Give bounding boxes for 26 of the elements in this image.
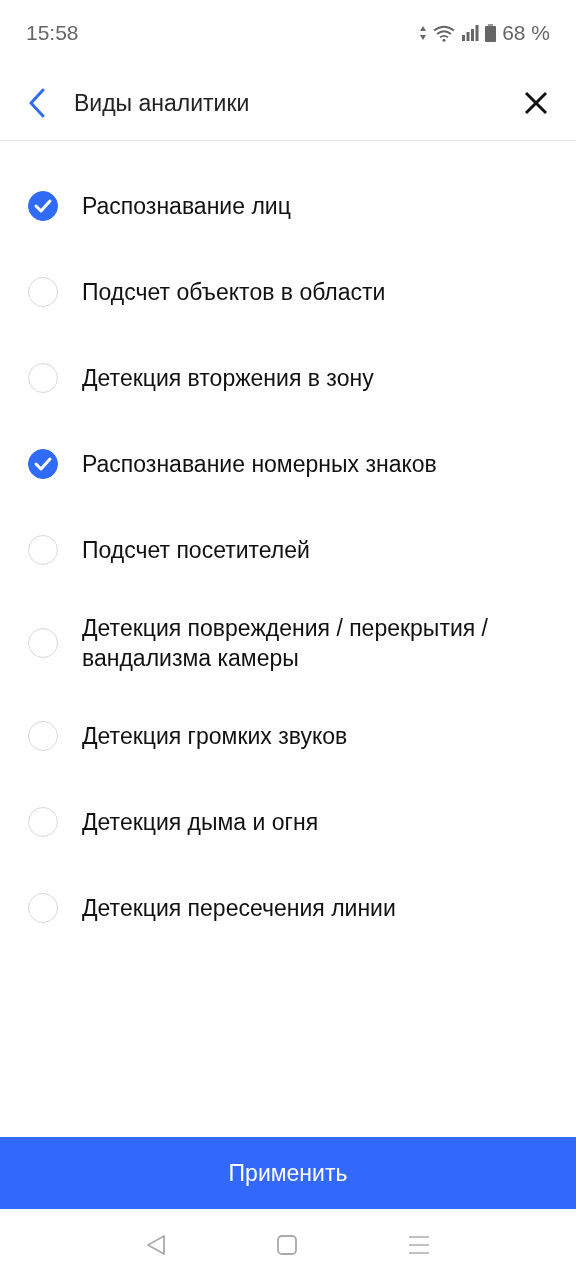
checkbox[interactable]: [28, 449, 58, 479]
option-label[interactable]: Подсчет объектов в области: [82, 277, 386, 307]
home-nav-icon[interactable]: [277, 1234, 297, 1255]
option-label[interactable]: Детекция повреждения / перекрытия / вандализма камеры: [82, 613, 548, 673]
battery-percent: 68 %: [502, 21, 550, 45]
screen-title: Виды аналитики: [74, 89, 251, 117]
checkmark-icon: [33, 198, 53, 214]
option-label[interactable]: Детекция громких звуков: [82, 721, 348, 751]
wifi-icon: [433, 24, 456, 42]
signal-icon: [461, 25, 480, 41]
option-label[interactable]: Детекция дыма и огня: [82, 807, 319, 837]
option-label[interactable]: Детекция пересечения линии: [82, 893, 396, 923]
data-arrows-icon: [419, 25, 428, 41]
option-label[interactable]: Подсчет посетителей: [82, 535, 310, 565]
battery-icon: [485, 24, 497, 42]
option-label[interactable]: Детекция вторжения в зону: [82, 363, 374, 393]
close-icon[interactable]: [524, 91, 548, 115]
menu-nav-icon[interactable]: [408, 1234, 431, 1255]
back-nav-icon[interactable]: [145, 1233, 166, 1256]
checkmark-icon: [33, 456, 53, 472]
checkbox[interactable]: [28, 191, 58, 221]
option-label[interactable]: Распознавание номерных знаков: [82, 449, 437, 479]
option-label[interactable]: Распознавание лиц: [82, 191, 291, 221]
back-icon[interactable]: [28, 88, 46, 118]
status-time: 15:58: [26, 21, 79, 45]
apply-button[interactable]: Применить: [0, 1137, 576, 1209]
